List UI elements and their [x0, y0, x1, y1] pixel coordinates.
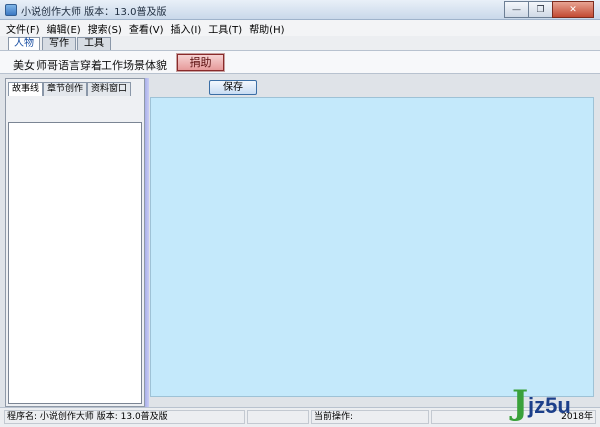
watermark-logo: J jz5u — [512, 383, 598, 425]
donate-button[interactable]: 捐助 — [176, 53, 225, 72]
restore-button[interactable]: ❐ — [528, 1, 553, 18]
watermark-letter-j: J — [512, 383, 529, 423]
menu-view[interactable]: 查看(V) — [129, 21, 164, 36]
tab-tools[interactable]: 工具 — [77, 37, 111, 50]
tab-chapter-writing[interactable]: 章节创作 — [43, 82, 87, 96]
close-button[interactable]: ✕ — [552, 1, 594, 18]
window-title: 小说创作大师 版本：13.0普及版 — [21, 7, 167, 18]
menu-help[interactable]: 帮助(H) — [249, 21, 284, 36]
tool-beauty[interactable]: 美女 — [13, 57, 35, 73]
tab-material-window[interactable]: 资料窗口 — [87, 82, 131, 96]
tab-storyline[interactable]: 故事线 — [8, 82, 43, 96]
tool-clothing[interactable]: 穿着 — [80, 57, 102, 73]
left-panel-tabs: 故事线 章节创作 资料窗口 — [8, 82, 142, 96]
tool-language[interactable]: 语言 — [58, 57, 80, 73]
status-operation: 当前操作: — [311, 410, 429, 424]
menu-edit[interactable]: 编辑(E) — [47, 21, 81, 36]
menu-search[interactable]: 搜索(S) — [88, 21, 122, 36]
status-program: 程序名: 小说创作大师 版本: 13.0普及版 — [4, 410, 245, 424]
tool-scene[interactable]: 场景 — [123, 57, 145, 73]
menu-file[interactable]: 文件(F) — [6, 21, 40, 36]
tool-senior[interactable]: 师哥 — [36, 57, 58, 73]
status-bar: 程序名: 小说创作大师 版本: 13.0普及版 当前操作: 2018年 — [0, 407, 600, 427]
tool-appearance[interactable]: 体貌 — [145, 57, 167, 73]
watermark-text: jz5u — [528, 393, 571, 418]
tab-characters[interactable]: 人物 — [8, 37, 40, 51]
menu-insert[interactable]: 插入(I) — [171, 21, 202, 36]
editor-area[interactable] — [150, 97, 594, 397]
category-toolbar: 美女 师哥 语言 穿着 工作 场景 体貌 捐助 — [0, 50, 600, 74]
app-icon — [5, 4, 17, 16]
status-empty-cell — [247, 410, 309, 424]
panel-splitter[interactable] — [145, 78, 149, 407]
window-controls: — ❐ ✕ — [504, 1, 594, 18]
minimize-button[interactable]: — — [504, 1, 529, 18]
main-tab-row: 人物 写作 工具 — [0, 36, 600, 51]
title-bar: 小说创作大师 版本：13.0普及版 — ❐ ✕ — [0, 0, 600, 20]
storyline-list[interactable] — [8, 122, 142, 404]
tab-writing[interactable]: 写作 — [42, 37, 76, 50]
left-panel: 故事线 章节创作 资料窗口 — [5, 78, 145, 407]
menu-bar: 文件(F) 编辑(E) 搜索(S) 查看(V) 插入(I) 工具(T) 帮助(H… — [0, 20, 600, 36]
tool-work[interactable]: 工作 — [101, 57, 123, 73]
menu-tools[interactable]: 工具(T) — [208, 21, 242, 36]
save-button[interactable]: 保存 — [209, 80, 257, 95]
